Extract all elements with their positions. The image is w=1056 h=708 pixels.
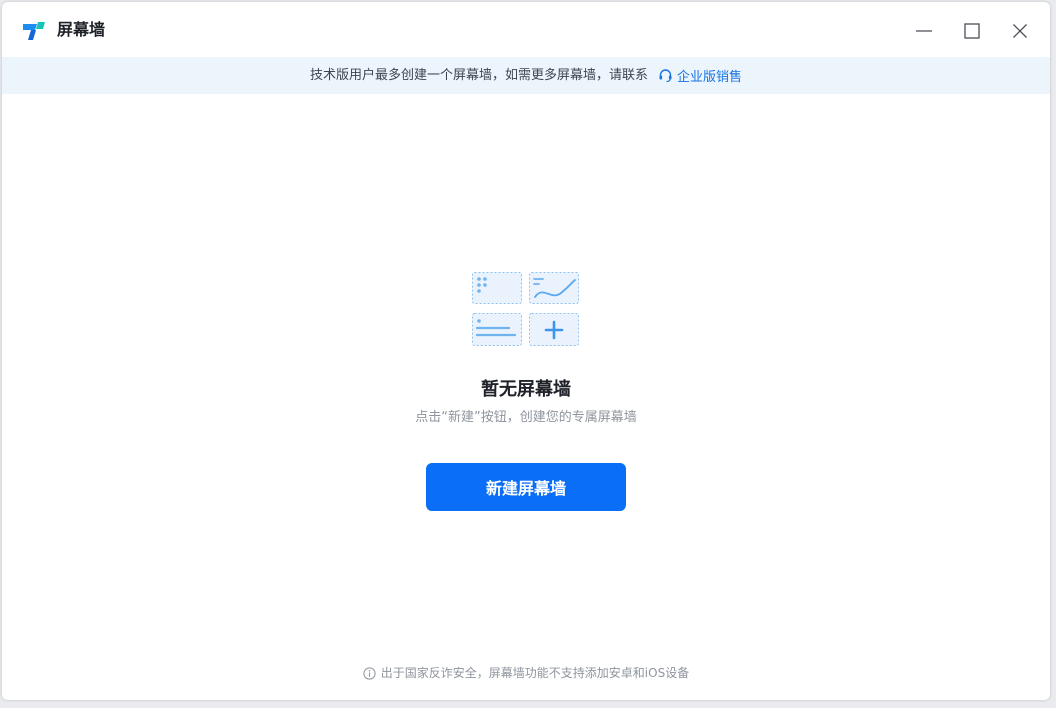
footer-note-text: 出于国家反诈安全，屏幕墙功能不支持添加安卓和iOS设备 <box>380 666 690 680</box>
minimize-icon <box>916 30 932 32</box>
headset-icon <box>658 68 673 83</box>
maximize-button[interactable] <box>957 16 987 46</box>
app-logo-icon <box>23 21 45 41</box>
window-title: 屏幕墙 <box>57 20 106 39</box>
close-icon <box>1013 24 1027 38</box>
create-screen-wall-button[interactable]: 新建屏幕墙 <box>426 463 626 511</box>
minimize-button[interactable] <box>909 16 939 46</box>
empty-state-title: 暂无屏幕墙 <box>481 379 571 400</box>
notice-bar: 技术版用户最多创建一个屏幕墙，如需更多屏幕墙，请联系 企业版销售 <box>2 57 1050 94</box>
title-bar: 屏幕墙 <box>2 2 1050 57</box>
screen-wall-empty-icon <box>471 271 581 347</box>
info-icon <box>363 666 376 680</box>
enterprise-sales-label: 企业版销售 <box>677 70 743 85</box>
notice-text: 技术版用户最多创建一个屏幕墙，如需更多屏幕墙，请联系 <box>309 68 648 83</box>
enterprise-sales-link[interactable]: 企业版销售 <box>658 66 742 85</box>
footer-note: 出于国家反诈安全，屏幕墙功能不支持添加安卓和iOS设备 <box>2 663 1050 683</box>
close-button[interactable] <box>1005 16 1035 46</box>
maximize-icon <box>964 23 980 39</box>
main-window: 屏幕墙 技术版用户最多创建一个屏幕墙，如需更多屏幕墙，请联系 企业版销售 暂无屏… <box>2 2 1050 700</box>
empty-state-subtitle: 点击“新建”按钮，创建您的专属屏幕墙 <box>415 410 637 425</box>
